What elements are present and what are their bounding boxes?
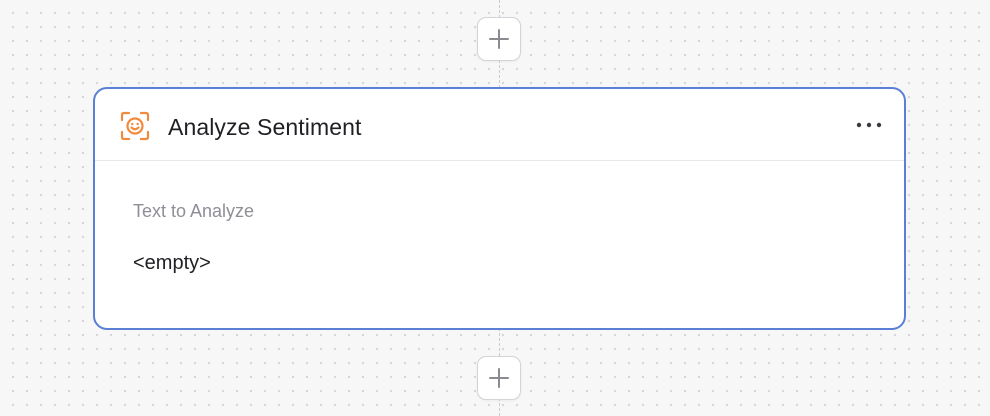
text-to-analyze-label: Text to Analyze	[133, 201, 255, 221]
plus-icon	[489, 29, 509, 49]
more-horizontal-icon	[856, 122, 882, 128]
sentiment-face-icon	[120, 111, 150, 141]
add-step-button-above[interactable]	[477, 17, 521, 61]
analyze-sentiment-node-card[interactable]: Analyze Sentiment Text to Analyze <empty…	[93, 87, 906, 330]
node-header: Analyze Sentiment	[95, 89, 904, 161]
add-step-button-below[interactable]	[477, 356, 521, 400]
text-to-analyze-value[interactable]: <empty>	[133, 251, 211, 275]
more-options-button[interactable]	[854, 115, 884, 135]
node-title: Analyze Sentiment	[168, 114, 362, 140]
plus-icon	[489, 368, 509, 388]
